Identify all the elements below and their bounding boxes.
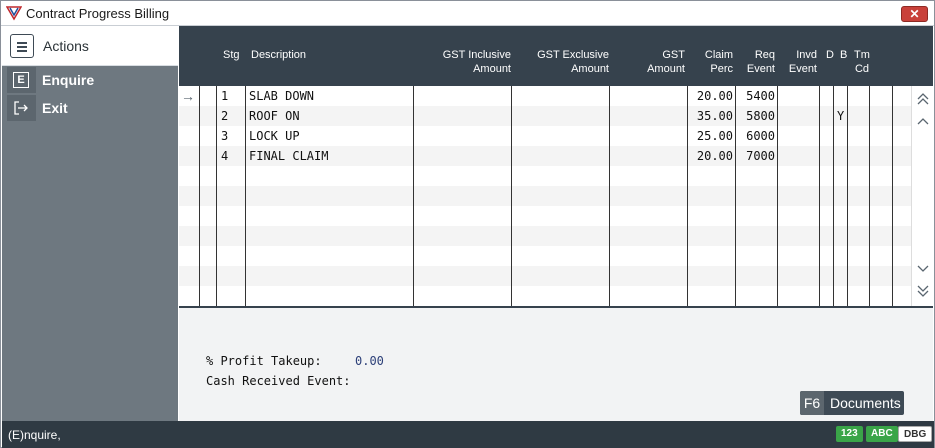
table-row[interactable]: → 1 SLAB DOWN 20.00 5400 xyxy=(179,86,911,106)
column-divider xyxy=(687,86,688,306)
column-header-description[interactable]: Description xyxy=(251,48,306,62)
current-row-arrow-icon: → xyxy=(181,88,195,104)
close-icon: ✕ xyxy=(909,7,920,21)
actions-header[interactable]: Actions xyxy=(2,26,178,66)
scroll-up-icon[interactable] xyxy=(916,114,930,128)
debug-badge: DBG xyxy=(898,426,933,442)
enquire-key-icon: E xyxy=(13,72,29,88)
column-divider xyxy=(413,86,414,306)
table-row[interactable]: 3 LOCK UP 25.00 6000 xyxy=(179,126,911,146)
column-header-claim-perc[interactable]: Claim Perc xyxy=(687,48,733,76)
numeric-mode-badge: 123 xyxy=(836,426,863,442)
window: Contract Progress Billing ✕ Actions E En… xyxy=(0,0,935,448)
title-bar: Contract Progress Billing ✕ xyxy=(1,1,934,26)
sidebar-item-enquire[interactable]: E Enquire xyxy=(2,67,178,93)
table-row-empty[interactable] xyxy=(179,286,911,306)
table-row-empty[interactable] xyxy=(179,166,911,186)
app-logo-icon xyxy=(6,6,22,21)
table-row[interactable]: 2 ROOF ON 35.00 5800 Y xyxy=(179,106,911,126)
profit-takeup-label: % Profit Takeup: xyxy=(206,354,322,368)
column-divider xyxy=(511,86,512,306)
column-divider xyxy=(819,86,820,306)
vertical-scrollbar[interactable] xyxy=(911,86,933,306)
column-header-d[interactable]: D xyxy=(826,48,834,62)
scroll-to-bottom-icon[interactable] xyxy=(916,284,930,298)
documents-label: Documents xyxy=(830,395,901,411)
sidebar-item-exit[interactable]: Exit xyxy=(2,95,178,121)
scroll-to-top-icon[interactable] xyxy=(916,92,930,106)
column-divider xyxy=(869,86,870,306)
table-row-empty[interactable] xyxy=(179,266,911,286)
column-header-req-event[interactable]: Req Event xyxy=(737,48,775,76)
actions-sidebar: Actions E Enquire Exit xyxy=(2,26,178,421)
status-bar: (E)nquire, 123 ABC DBG xyxy=(2,421,934,448)
documents-button[interactable]: F6 Documents xyxy=(800,391,904,415)
profit-takeup-value: 0.00 xyxy=(355,354,384,368)
table-row[interactable]: 4 FINAL CLAIM 20.00 7000 xyxy=(179,146,911,166)
column-divider xyxy=(777,86,778,306)
column-divider xyxy=(216,86,217,306)
scroll-down-icon[interactable] xyxy=(916,262,930,276)
column-header-gst-exclusive[interactable]: GST Exclusive Amount xyxy=(517,48,609,76)
table-row-empty[interactable] xyxy=(179,186,911,206)
column-divider xyxy=(245,86,246,306)
column-header-gst-amount[interactable]: GST Amount xyxy=(619,48,685,76)
table-row-empty[interactable] xyxy=(179,246,911,266)
table-row-empty[interactable] xyxy=(179,206,911,226)
column-divider xyxy=(199,86,200,306)
column-divider xyxy=(892,86,893,306)
caps-mode-badge: ABC xyxy=(866,426,898,442)
column-divider xyxy=(609,86,610,306)
column-header-b[interactable]: B xyxy=(840,48,847,62)
column-header-tm-cd[interactable]: Tm Cd xyxy=(854,48,870,76)
column-header-stg[interactable]: Stg xyxy=(223,48,240,62)
sidebar-item-label: Exit xyxy=(42,100,68,116)
column-header-invd-event[interactable]: Invd Event xyxy=(779,48,817,76)
column-header-gst-inclusive[interactable]: GST Inclusive Amount xyxy=(419,48,511,76)
grid-header: Stg Description GST Inclusive Amount GST… xyxy=(179,26,933,86)
summary-panel: % Profit Takeup: 0.00 Cash Received Even… xyxy=(179,308,933,421)
sidebar-item-label: Enquire xyxy=(42,72,95,88)
exit-icon xyxy=(14,101,28,115)
table-row-empty[interactable] xyxy=(179,226,911,246)
close-button[interactable]: ✕ xyxy=(901,6,928,22)
status-text: (E)nquire, xyxy=(8,428,61,442)
column-divider xyxy=(833,86,834,306)
f6-key-badge: F6 xyxy=(800,391,824,415)
column-divider xyxy=(735,86,736,306)
billing-grid-panel: Stg Description GST Inclusive Amount GST… xyxy=(179,26,933,421)
column-divider xyxy=(847,86,848,306)
actions-label: Actions xyxy=(43,38,89,54)
cash-received-label: Cash Received Event: xyxy=(206,374,351,388)
menu-icon xyxy=(10,34,34,58)
window-title: Contract Progress Billing xyxy=(26,6,170,21)
